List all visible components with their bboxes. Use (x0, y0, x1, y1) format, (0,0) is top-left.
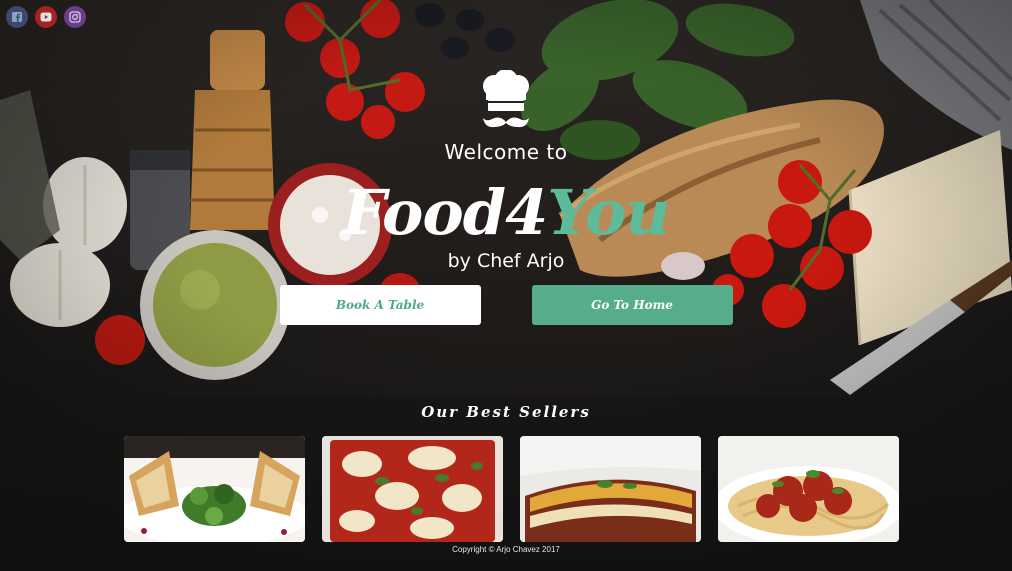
welcome-text: Welcome to (444, 140, 568, 164)
pizza-image (322, 436, 503, 542)
copyright-text: Copyright © Arjo Chavez 2017 (452, 545, 560, 554)
social-links (6, 6, 86, 28)
best-sellers-list (124, 436, 899, 542)
spring-rolls-salad-image (124, 436, 305, 542)
lasagna-image (520, 436, 701, 542)
spaghetti-meatballs-image (718, 436, 899, 542)
best-seller-card-lasagna[interactable] (520, 436, 701, 542)
brand-title-part1: Food4 (342, 176, 548, 249)
go-home-button[interactable]: Go To Home (531, 285, 733, 325)
best-seller-card-pizza[interactable] (322, 436, 503, 542)
brand-title: Food4You (342, 182, 670, 244)
best-seller-card-spaghetti-meatballs[interactable] (718, 436, 899, 542)
book-table-button[interactable]: Book A Table (279, 285, 481, 325)
youtube-icon[interactable] (35, 6, 57, 28)
best-seller-card-spring-rolls-salad[interactable] (124, 436, 305, 542)
byline: by Chef Arjo (447, 250, 565, 272)
hero-buttons: Book A Table Go To Home (279, 285, 733, 325)
brand-title-part2: You (547, 176, 670, 249)
chef-hat-mustache-icon (478, 69, 534, 136)
instagram-icon[interactable] (64, 6, 86, 28)
hero-content: Welcome to Food4You by Chef Arjo Book A … (0, 69, 1012, 325)
best-sellers-title: Our Best Sellers (421, 403, 591, 421)
facebook-icon[interactable] (6, 6, 28, 28)
